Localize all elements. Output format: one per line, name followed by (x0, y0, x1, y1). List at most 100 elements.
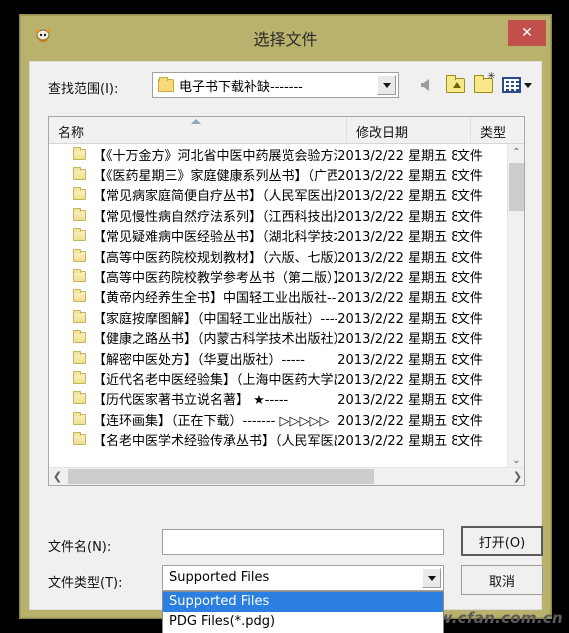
folder-icon (73, 289, 86, 303)
cell-name: 【解密中医处方】（华夏出版社）----- (49, 349, 337, 368)
folder-icon (73, 187, 86, 201)
folder-icon (73, 269, 86, 283)
path-combobox[interactable]: 电子书下载补缺------- (152, 72, 399, 98)
look-in-label: 查找范围(I): (48, 82, 119, 97)
open-button[interactable]: 打开(O) (461, 526, 543, 556)
table-row[interactable]: 【家庭按摩图解】（中国轻工业出版社）-------2013/2/22 星期五 8… (49, 307, 508, 327)
cell-name-text: 【常见病家庭简便自疗丛书】（人民军医出版... (93, 189, 338, 205)
cell-name-text: 【历代医家著书立说名著】 ★----- (93, 393, 289, 409)
cell-type: 文件 (456, 291, 483, 307)
folder-icon (158, 76, 174, 92)
cell-date: 2013/2/22 星期五 8... (337, 291, 457, 307)
file-type-option[interactable]: PDG Files(*.pdg) (163, 612, 443, 632)
file-type-combobox[interactable]: Supported Files (162, 565, 444, 591)
file-type-label: 文件类型(T): (48, 576, 123, 591)
cell-name-text: 【名老中医学术经验传承丛书】（人民军医出 (93, 434, 338, 450)
cell-name-text: 【解密中医处方】（华夏出版社）----- (93, 352, 305, 368)
cell-name: 【常见疑难病中医经验丛书】（湖北科学技术... (49, 226, 337, 245)
folder-icon (73, 350, 86, 364)
vertical-scrollbar[interactable]: ⌃ ⌄ (507, 144, 524, 469)
folder-icon (73, 248, 86, 262)
cancel-button[interactable]: 取消 (461, 565, 543, 595)
screenshot-root: 选择文件 ✕ 查找范围(I): 电子书下载补缺------- ✳ 名称 修改日期… (0, 0, 569, 633)
table-row[interactable]: 【《医药星期三》家庭健康系列丛书】（广西...2013/2/22 星期五 8..… (49, 164, 508, 184)
folder-icon (73, 309, 86, 323)
cell-name: 【常见慢性病自然疗法系列】（江西科技出版... (49, 206, 337, 225)
vertical-scroll-thumb[interactable] (509, 163, 524, 211)
table-row[interactable]: 【历代医家著书立说名著】 ★----- 2013/2/22 星期五 8...文件 (49, 389, 508, 409)
chevron-down-icon[interactable] (422, 568, 441, 588)
new-folder-icon[interactable]: ✳ (470, 71, 496, 98)
cell-type: 文件 (456, 250, 483, 266)
column-header-type[interactable]: 类型 (471, 117, 524, 143)
file-type-combobox-value: Supported Files (169, 570, 270, 585)
cell-type: 文件 (456, 434, 483, 450)
file-type-option[interactable]: Supported Files (163, 592, 443, 612)
chevron-down-icon[interactable] (524, 82, 532, 88)
up-folder-icon[interactable] (442, 72, 468, 98)
file-type-dropdown-list[interactable]: Supported FilesPDG Files(*.pdg)Tiff File… (162, 591, 444, 633)
folder-icon (73, 167, 86, 181)
column-header-name[interactable]: 名称 (49, 117, 347, 143)
cell-name-text: 【连环画集】（正在下载）------- ▷▷▷▷▷ (93, 413, 330, 429)
table-row[interactable]: 【《十万金方》河北省中医中药展览会验方汇...2013/2/22 星期五 8..… (49, 144, 508, 164)
table-row[interactable]: 【黄帝内经养生全书】中国轻工业出版社-------2013/2/22 星期五 8… (49, 287, 508, 307)
file-name-input[interactable] (162, 529, 444, 555)
scroll-right-button[interactable]: ❯ (509, 468, 524, 485)
cell-name-text: 【《医药星期三》家庭健康系列丛书】（广西... (93, 169, 338, 185)
views-icon[interactable] (498, 72, 536, 98)
table-row[interactable]: 【常见疑难病中医经验丛书】（湖北科学技术...2013/2/22 星期五 8..… (49, 226, 508, 246)
table-row[interactable]: 【高等中医药院校规划教材】（六版、七版）2013/2/22 星期五 8...文件 (49, 246, 508, 266)
folder-icon (73, 228, 86, 242)
scroll-left-button[interactable]: ❮ (49, 468, 66, 485)
chevron-down-icon[interactable] (377, 75, 396, 95)
horizontal-scrollbar[interactable]: ❮ ❯ (49, 467, 524, 485)
cell-type: 文件 (456, 230, 483, 246)
folder-icon (73, 330, 86, 344)
cell-name: 【高等中医药院校教学参考丛书（第二版）】... (49, 267, 337, 286)
cell-name: 【家庭按摩图解】（中国轻工业出版社）------- (49, 308, 337, 327)
close-icon[interactable]: ✕ (508, 20, 546, 46)
select-file-dialog: 选择文件 ✕ 查找范围(I): 电子书下载补缺------- ✳ 名称 修改日期… (20, 15, 551, 633)
cell-date: 2013/2/22 星期五 8... (337, 250, 457, 266)
cell-type: 文件 (456, 352, 483, 368)
cell-name: 【常见病家庭简便自疗丛书】（人民军医出版... (49, 185, 337, 204)
cell-name: 【名老中医学术经验传承丛书】（人民军医出 (49, 430, 337, 449)
table-row[interactable]: 【连环画集】（正在下载）------- ▷▷▷▷▷ 2013/2/22 星期五 8… (49, 409, 508, 429)
cell-name: 【健康之路丛书】（内蒙古科学技术出版社）--... (49, 328, 337, 347)
scroll-up-button[interactable]: ⌃ (508, 144, 524, 161)
cell-date: 2013/2/22 星期五 8... (337, 230, 457, 246)
table-row[interactable]: 【常见慢性病自然疗法系列】（江西科技出版...2013/2/22 星期五 8..… (49, 205, 508, 225)
column-header-date[interactable]: 修改日期 (347, 117, 471, 143)
back-arrow-icon[interactable] (412, 72, 438, 98)
cell-name: 【连环画集】（正在下载）------- ▷▷▷▷▷ (49, 410, 337, 429)
file-name-label: 文件名(N): (48, 540, 112, 555)
cell-date: 2013/2/22 星期五 8... (337, 372, 457, 388)
cell-date: 2013/2/22 星期五 8 (337, 434, 457, 450)
path-combobox-value: 电子书下载补缺------- (179, 79, 303, 95)
table-row[interactable]: 【解密中医处方】（华夏出版社）----- 2013/2/22 星期五 8...文件 (49, 348, 508, 368)
cell-name: 【历代医家著书立说名著】 ★----- (49, 389, 337, 408)
cell-name: 【近代名老中医经验集】（上海中医药大学出... (49, 369, 337, 388)
cell-name: 【黄帝内经养生全书】中国轻工业出版社------- (49, 287, 337, 306)
table-row[interactable]: 【常见病家庭简便自疗丛书】（人民军医出版...2013/2/22 星期五 8..… (49, 185, 508, 205)
file-list: 名称 修改日期 类型 【《十万金方》河北省中医中药展览会验方汇... 2013/2… (48, 116, 525, 486)
cell-date: 2013/2/22 星期五 8... (337, 189, 457, 205)
dialog-body: 查找范围(I): 电子书下载补缺------- ✳ 名称 修改日期 类型 【《十… (29, 61, 543, 633)
folder-icon (73, 391, 86, 405)
file-list-rows[interactable]: 【《十万金方》河北省中医中药展览会验方汇... 2013/2/22 星期五 8..… (49, 144, 508, 469)
column-header-name-label: 名称 (58, 126, 85, 141)
cell-type: 文件 (456, 311, 483, 327)
title-bar: 选择文件 ✕ (21, 16, 550, 59)
horizontal-scroll-thumb[interactable] (68, 469, 374, 484)
table-row[interactable]: 【高等中医药院校教学参考丛书（第二版）】...2013/2/22 星期五 8..… (49, 266, 508, 286)
cell-name: 【《十万金方》河北省中医中药展览会验方汇... (49, 145, 337, 164)
cell-type: 文件 (456, 148, 483, 164)
cell-name-text: 【常见疑难病中医经验丛书】（湖北科学技术... (93, 230, 338, 246)
table-row[interactable]: 【名老中医学术经验传承丛书】（人民军医出 2013/2/22 星期五 8 文件 (49, 429, 508, 449)
cell-name-text: 【家庭按摩图解】（中国轻工业出版社）------- (93, 311, 338, 327)
table-row[interactable]: 【健康之路丛书】（内蒙古科学技术出版社）--...2013/2/22 星期五 8… (49, 328, 508, 348)
table-row[interactable]: 【近代名老中医经验集】（上海中医药大学出...2013/2/22 星期五 8..… (49, 368, 508, 388)
cell-date: 2013/2/22 星期五 8... (337, 413, 457, 429)
cell-type: 文件 (456, 372, 483, 388)
